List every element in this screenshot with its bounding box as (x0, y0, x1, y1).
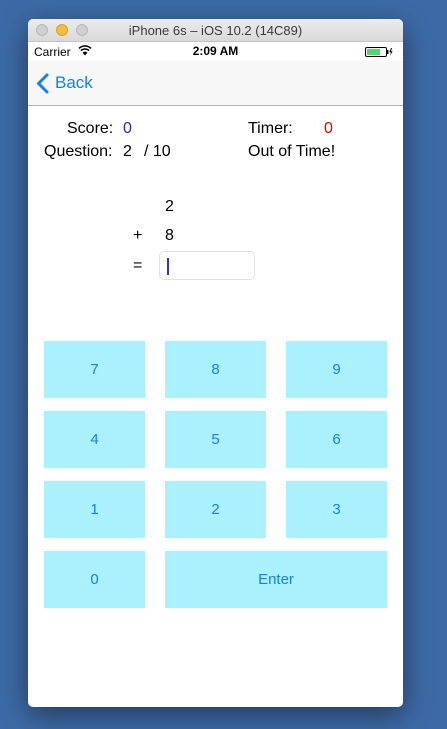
operand-1: 2 (165, 198, 174, 215)
simulator-window: iPhone 6s – iOS 10.2 (14C89) Carrier 2:0… (28, 19, 403, 707)
back-button[interactable]: Back (36, 71, 93, 95)
answer-input[interactable] (159, 251, 255, 280)
battery-charging-icon (365, 47, 393, 57)
timer-value: 0 (324, 120, 333, 137)
key-3[interactable]: 3 (286, 481, 387, 538)
chevron-left-icon (37, 73, 49, 93)
key-7[interactable]: 7 (44, 341, 145, 398)
score-label: Score: (67, 120, 114, 137)
operator: + (133, 227, 143, 244)
timer-label: Timer: (248, 120, 293, 137)
question-current: 2 (123, 143, 132, 160)
question-total: / 10 (144, 143, 171, 160)
window-titlebar: iPhone 6s – iOS 10.2 (14C89) (28, 19, 403, 42)
key-8[interactable]: 8 (165, 341, 266, 398)
equals-sign: = (133, 257, 143, 274)
back-label: Back (55, 73, 93, 92)
navigation-bar: Back (28, 61, 403, 106)
question-label: Question: (44, 143, 113, 160)
key-6[interactable]: 6 (286, 411, 387, 468)
key-2[interactable]: 2 (165, 481, 266, 538)
key-1[interactable]: 1 (44, 481, 145, 538)
text-caret (167, 258, 169, 275)
window-title: iPhone 6s – iOS 10.2 (14C89) (128, 23, 303, 38)
status-bar: Carrier 2:09 AM (28, 42, 403, 61)
operand-2: 8 (165, 227, 174, 244)
status-message: Out of Time! (248, 143, 336, 160)
enter-button[interactable]: Enter (165, 551, 387, 608)
key-0[interactable]: 0 (44, 551, 145, 608)
key-4[interactable]: 4 (44, 411, 145, 468)
status-clock: 2:09 AM (192, 44, 239, 58)
key-9[interactable]: 9 (286, 341, 387, 398)
key-5[interactable]: 5 (165, 411, 266, 468)
score-value: 0 (123, 120, 132, 137)
